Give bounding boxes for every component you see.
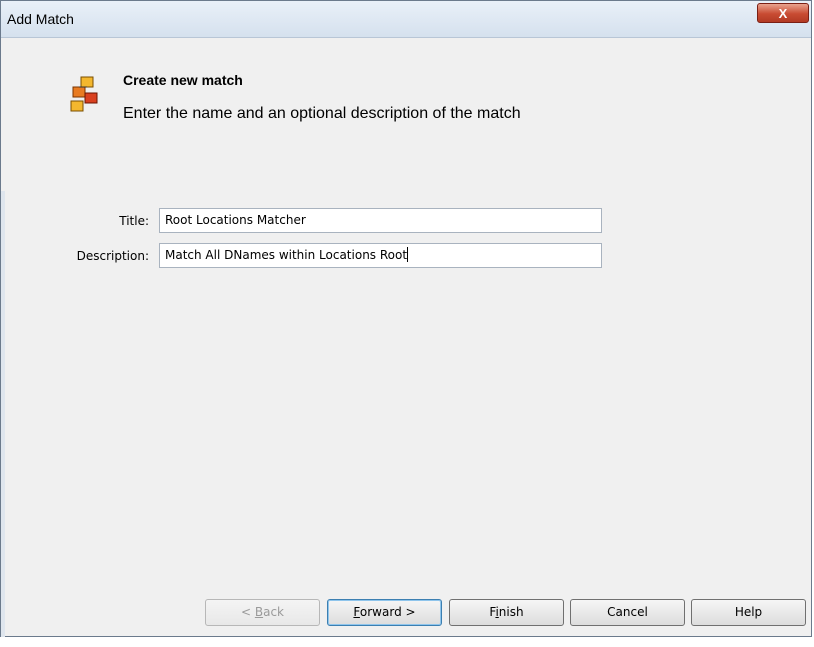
finish-button[interactable]: Finish xyxy=(449,599,564,626)
back-button-prefix: < xyxy=(240,605,255,619)
title-field-value: Root Locations Matcher xyxy=(165,213,306,227)
window-edge xyxy=(1,191,5,638)
finish-button-label: nish xyxy=(498,605,524,619)
forward-button[interactable]: Forward > xyxy=(327,599,442,626)
description-field-value: Match All DNames within Locations Root xyxy=(165,248,408,262)
title-field[interactable]: Root Locations Matcher xyxy=(159,208,602,233)
back-button-label: ack xyxy=(263,605,284,619)
title-bar[interactable]: Add Match X xyxy=(1,1,811,38)
help-button[interactable]: Help xyxy=(691,599,806,626)
description-label: Description: xyxy=(76,249,149,263)
back-button-mnemonic: B xyxy=(254,605,264,619)
help-button-label: Help xyxy=(734,605,763,619)
cancel-button-label: Cancel xyxy=(607,605,648,619)
background-strip xyxy=(0,637,812,647)
window-title: Add Match xyxy=(7,11,74,27)
back-button[interactable]: < Back xyxy=(205,599,320,626)
text-caret xyxy=(407,247,409,262)
description-field[interactable]: Match All DNames within Locations Root xyxy=(159,243,602,268)
header-title: Create new match xyxy=(123,72,243,88)
cancel-button[interactable]: Cancel xyxy=(570,599,685,626)
forward-button-label: orward > xyxy=(359,605,416,619)
close-button[interactable]: X xyxy=(757,3,809,23)
add-match-dialog: Add Match X Create new match Enter the n… xyxy=(0,0,812,638)
close-icon: X xyxy=(778,6,788,21)
header-subtitle: Enter the name and an optional descripti… xyxy=(123,105,521,122)
title-label: Title: xyxy=(119,214,149,228)
match-icon xyxy=(70,76,98,112)
